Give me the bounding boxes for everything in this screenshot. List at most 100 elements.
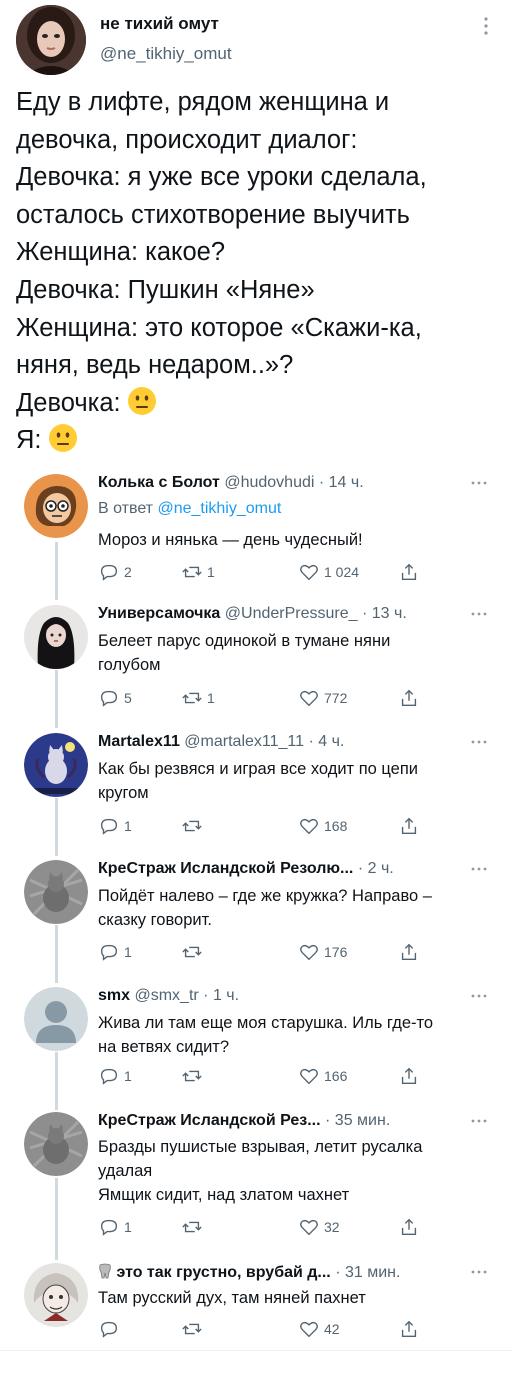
reply-author-name[interactable]: КреСтраж Исландской Резолю... <box>98 860 353 877</box>
like-button[interactable]: 772 <box>298 686 347 710</box>
like-button[interactable]: 1 024 <box>298 560 359 584</box>
share-icon <box>401 1320 417 1338</box>
reply-button[interactable]: 2 <box>98 560 132 584</box>
more-options-icon[interactable] <box>470 480 488 486</box>
reply-icon <box>100 944 118 961</box>
avatar[interactable] <box>24 1263 88 1327</box>
retweet-count: 1 <box>207 690 215 706</box>
avatar[interactable] <box>24 860 88 924</box>
reply-count: 1 <box>124 1219 132 1235</box>
retweet-icon <box>182 692 202 704</box>
heart-icon <box>300 1068 318 1085</box>
reply-button[interactable]: 1 <box>98 940 132 964</box>
like-button[interactable]: 166 <box>298 1064 347 1088</box>
reply-author-name[interactable]: Martalex11 <box>98 733 180 750</box>
retweet-button[interactable]: 1 <box>181 686 215 710</box>
share-button[interactable] <box>398 1317 420 1341</box>
author-name[interactable]: не тихий омут <box>100 14 219 34</box>
reply-count: 1 <box>124 944 132 960</box>
reply-to-handle[interactable]: @ne_tikhiy_omut <box>157 500 281 517</box>
author-avatar[interactable] <box>16 5 86 75</box>
reply-header: Универсамочка @UnderPressure_ · 13 ч. <box>98 605 468 627</box>
action-bar: 2 1 1 024 <box>98 560 428 584</box>
like-button[interactable]: 32 <box>298 1215 340 1239</box>
tweet-text-line: Девочка: <box>16 388 121 417</box>
reply-button[interactable]: 5 <box>98 686 132 710</box>
like-button[interactable]: 168 <box>298 814 347 838</box>
reply-meta: @smx_tr · 1 ч. <box>134 987 240 1004</box>
neutral-face-emoji-icon <box>48 424 77 453</box>
reply-tweet[interactable]: smx @smx_tr · 1 ч. Жива ли там еще моя с… <box>0 987 512 1097</box>
more-options-icon[interactable] <box>470 1269 488 1275</box>
reply-icon <box>100 1321 118 1338</box>
avatar[interactable] <box>24 605 88 669</box>
share-button[interactable] <box>398 686 420 710</box>
reply-text: Как бы резвяся и играя все ходит по цепи… <box>98 757 493 805</box>
reply-meta: @hudovhudi · 14 ч. <box>224 474 364 491</box>
more-options-icon[interactable] <box>470 611 488 617</box>
reply-author-name[interactable]: Колька с Болот <box>98 474 220 491</box>
share-button[interactable] <box>398 940 420 964</box>
reply-text-line: удалая <box>98 1162 153 1180</box>
reply-button[interactable]: 1 <box>98 814 132 838</box>
like-count: 166 <box>324 1068 348 1084</box>
reply-tweet[interactable]: КреСтраж Исландской Резолю... · 2 ч. Пой… <box>0 860 512 970</box>
more-options-icon[interactable] <box>470 739 488 745</box>
retweet-button[interactable]: 1 <box>181 560 215 584</box>
share-icon <box>401 689 417 707</box>
divider <box>0 1350 512 1351</box>
neutral-face-emoji-icon <box>127 386 156 415</box>
retweet-button[interactable] <box>181 814 207 838</box>
reply-button[interactable]: 1 <box>98 1215 132 1239</box>
reply-header: smx @smx_tr · 1 ч. <box>98 987 468 1009</box>
tweet-text-line: Девочка: Пушкин «Няне» <box>16 275 315 304</box>
reply-header: это так грустно, врубай д... · 31 мин. <box>98 1263 468 1285</box>
retweet-button[interactable] <box>181 1215 207 1239</box>
action-bar: 1 166 <box>98 1064 428 1088</box>
reply-count: 2 <box>124 564 132 580</box>
retweet-icon <box>182 1070 202 1082</box>
reply-header: Колька с Болот @hudovhudi · 14 ч. <box>98 474 468 496</box>
avatar[interactable] <box>24 1112 88 1176</box>
action-bar: 42 <box>98 1317 428 1341</box>
avatar[interactable] <box>24 733 88 797</box>
like-button[interactable]: 42 <box>298 1317 340 1341</box>
avatar[interactable] <box>24 987 88 1051</box>
reply-meta: @UnderPressure_ · 13 ч. <box>224 605 407 622</box>
main-tweet: не тихий омут @ne_tikhiy_omut Еду в лифт… <box>0 0 512 470</box>
share-button[interactable] <box>398 1064 420 1088</box>
reply-tweet[interactable]: Универсамочка @UnderPressure_ · 13 ч. Бе… <box>0 605 512 715</box>
retweet-icon <box>182 1221 202 1233</box>
avatar[interactable] <box>24 474 88 538</box>
reply-tweet[interactable]: Колька с Болот @hudovhudi · 14 ч. В отве… <box>0 474 512 584</box>
retweet-button[interactable] <box>181 1064 207 1088</box>
author-handle[interactable]: @ne_tikhiy_omut <box>100 44 232 64</box>
reply-tweet[interactable]: КреСтраж Исландской Рез... · 35 мин. Бра… <box>0 1112 512 1242</box>
share-button[interactable] <box>398 560 420 584</box>
retweet-button[interactable] <box>181 1317 207 1341</box>
retweet-button[interactable] <box>181 940 207 964</box>
more-options-icon[interactable] <box>480 14 492 38</box>
tooth-icon <box>99 1263 111 1279</box>
share-icon <box>401 817 417 835</box>
reply-button[interactable] <box>98 1317 124 1341</box>
reply-count: 1 <box>124 818 132 834</box>
heart-icon <box>300 818 318 835</box>
reply-icon <box>100 564 118 581</box>
reply-author-name[interactable]: Универсамочка <box>98 605 220 622</box>
reply-author-name[interactable]: это так грустно, врубай д... <box>116 1264 330 1281</box>
reply-button[interactable]: 1 <box>98 1064 132 1088</box>
share-button[interactable] <box>398 814 420 838</box>
like-button[interactable]: 176 <box>298 940 347 964</box>
reply-tweet[interactable]: Martalex11 @martalex11_11 · 4 ч. Как бы … <box>0 733 512 843</box>
share-button[interactable] <box>398 1215 420 1239</box>
more-options-icon[interactable] <box>470 866 488 872</box>
action-bar: 1 168 <box>98 814 428 838</box>
reply-text: Пойдёт налево – где же кружка? Направо –… <box>98 884 493 932</box>
reply-author-name[interactable]: КреСтраж Исландской Рез... <box>98 1112 321 1129</box>
reply-tweet[interactable]: это так грустно, врубай д... · 31 мин. Т… <box>0 1263 512 1348</box>
more-options-icon[interactable] <box>470 1118 488 1124</box>
more-options-icon[interactable] <box>470 993 488 999</box>
reply-author-name[interactable]: smx <box>98 987 130 1004</box>
reply-icon <box>100 1068 118 1085</box>
